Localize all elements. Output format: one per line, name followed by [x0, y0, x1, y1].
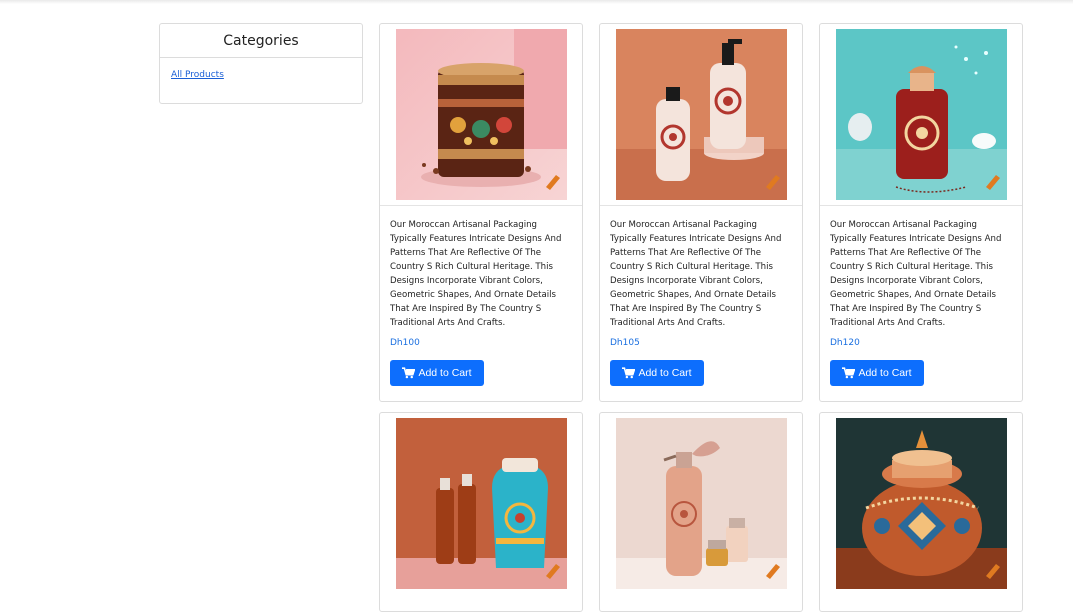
product-price: Dh120 — [830, 338, 860, 348]
add-to-cart-label: Add to Cart — [418, 367, 472, 379]
product-image-cosmetic-bottles-vase[interactable] — [395, 418, 567, 589]
product-description: Our Moroccan Artisanal Packaging Typical… — [610, 220, 782, 328]
product-price: Dh100 — [390, 338, 420, 348]
product-card: Our Moroccan Artisanal Packaging Typical… — [379, 23, 583, 402]
cart-icon — [402, 367, 416, 379]
cart-icon — [622, 367, 636, 379]
product-image-pump-bottles[interactable] — [615, 29, 787, 200]
product-card: Our Moroccan Artisanal Packaging Typical… — [819, 23, 1023, 402]
product-image-ornate-ceramic-pot[interactable] — [835, 418, 1007, 589]
product-card — [379, 412, 583, 612]
category-link-all-products[interactable]: All Products — [171, 70, 224, 80]
product-description: Our Moroccan Artisanal Packaging Typical… — [830, 220, 1002, 328]
product-description: Our Moroccan Artisanal Packaging Typical… — [390, 220, 562, 328]
cart-icon — [842, 367, 856, 379]
add-to-cart-button[interactable]: Add to Cart — [610, 360, 704, 386]
categories-title: Categories — [160, 24, 362, 58]
product-card: Our Moroccan Artisanal Packaging Typical… — [599, 23, 803, 402]
add-to-cart-button[interactable]: Add to Cart — [390, 360, 484, 386]
product-price: Dh105 — [610, 338, 640, 348]
product-card — [819, 412, 1023, 612]
product-image-spray-bottle-set[interactable] — [615, 418, 787, 589]
product-image-moroccan-tin-jar[interactable] — [395, 29, 567, 200]
add-to-cart-button[interactable]: Add to Cart — [830, 360, 924, 386]
add-to-cart-label: Add to Cart — [638, 367, 692, 379]
categories-panel: Categories All Products — [159, 23, 363, 104]
product-card — [599, 412, 803, 612]
add-to-cart-label: Add to Cart — [858, 367, 912, 379]
top-shadow-bar — [0, 0, 1073, 4]
product-image-perfume-bottle[interactable] — [835, 29, 1007, 200]
